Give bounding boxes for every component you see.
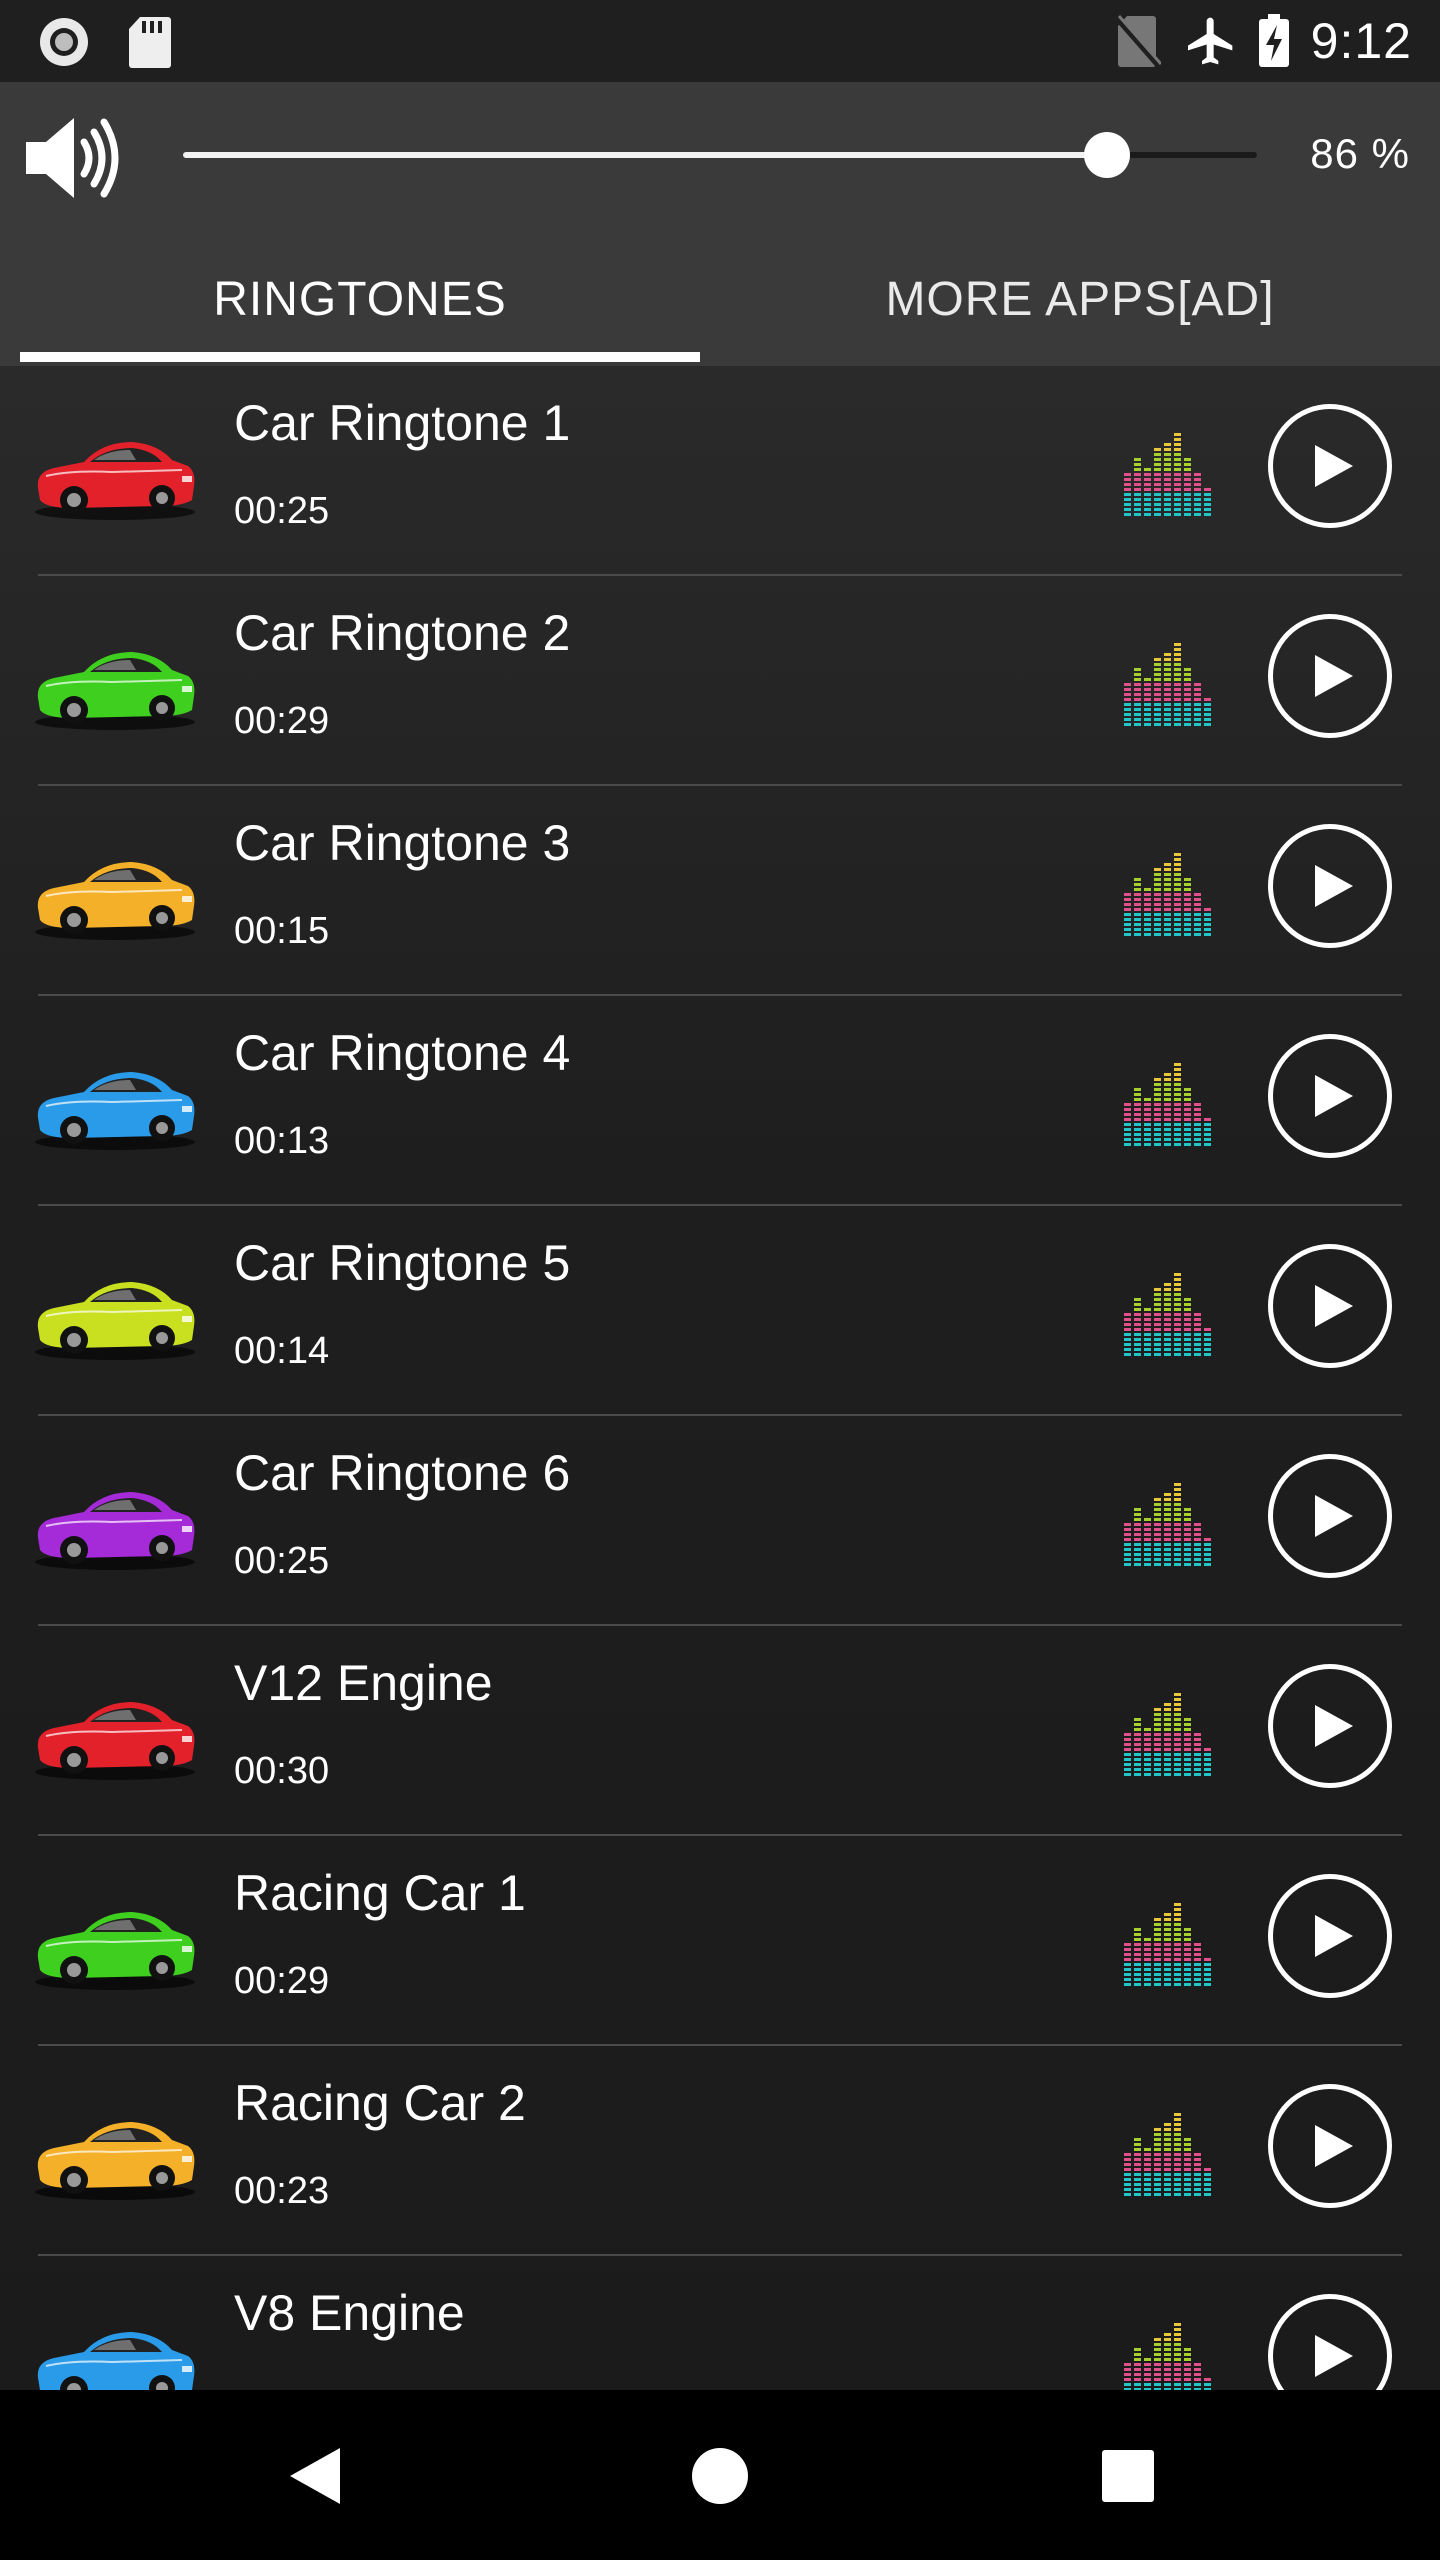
equalizer-icon	[1124, 1903, 1211, 1986]
equalizer-icon	[1124, 1273, 1211, 1356]
play-icon	[1315, 1285, 1353, 1327]
tab-more-apps[interactable]: MORE APPS[AD]	[720, 232, 1440, 366]
recents-icon[interactable]	[1098, 2444, 1158, 2508]
ringtone-duration: 00:29	[234, 1960, 330, 2002]
play-icon	[1315, 1075, 1353, 1117]
home-icon[interactable]	[690, 2444, 750, 2508]
ringtone-duration: 00:15	[234, 910, 330, 952]
ringtone-row[interactable]: Racing Car 1 00:29	[0, 1836, 1440, 2046]
ringtone-title: Car Ringtone 6	[234, 1445, 571, 1501]
no-sim-icon	[1114, 15, 1161, 68]
ringtone-duration: 00:29	[234, 700, 330, 742]
equalizer-icon	[1124, 2323, 1211, 2390]
ringtone-duration: 00:30	[234, 1750, 330, 1792]
volume-percent: 86 %	[1310, 130, 1410, 177]
ringtone-duration: 00:25	[234, 1540, 330, 1582]
ringtone-row[interactable]: Racing Car 2 00:23	[0, 2046, 1440, 2256]
ringtone-title: Car Ringtone 5	[234, 1235, 571, 1291]
ringtone-title: Car Ringtone 4	[234, 1025, 571, 1081]
status-time: 9:12	[1310, 13, 1412, 69]
tab-ringtones[interactable]: RINGTONES	[20, 232, 700, 366]
volume-slider[interactable]	[183, 132, 1257, 178]
ringtone-row[interactable]: Car Ringtone 6 00:25	[0, 1416, 1440, 1626]
play-icon	[1315, 445, 1353, 487]
car-icon	[35, 1282, 195, 1360]
equalizer-icon	[1124, 1063, 1211, 1146]
play-button[interactable]	[1268, 614, 1392, 738]
ringtone-title: Racing Car 1	[234, 1865, 526, 1921]
play-button[interactable]	[1268, 1874, 1392, 1998]
play-button[interactable]	[1268, 1244, 1392, 1368]
car-icon	[35, 652, 195, 730]
equalizer-icon	[1124, 853, 1211, 936]
record-icon	[40, 18, 88, 66]
status-bar: 9:12	[0, 0, 1440, 82]
ringtone-title: Racing Car 2	[234, 2075, 526, 2131]
play-button[interactable]	[1268, 404, 1392, 528]
ringtone-title: Car Ringtone 3	[234, 815, 571, 871]
ringtone-list[interactable]: Car Ringtone 1 00:25 Car Ringtone 2 00:29 Ca…	[0, 366, 1440, 2390]
play-button[interactable]	[1268, 2294, 1392, 2390]
car-icon	[35, 1702, 195, 1780]
car-icon	[35, 1492, 195, 1570]
equalizer-icon	[1124, 1693, 1211, 1776]
ringtone-duration: 00:13	[234, 1120, 330, 1162]
ringtone-title: V12 Engine	[234, 1655, 493, 1711]
volume-bar: 86 %	[0, 82, 1440, 232]
ringtone-duration: 00:25	[234, 490, 330, 532]
play-icon	[1315, 865, 1353, 907]
play-button[interactable]	[1268, 1454, 1392, 1578]
back-icon[interactable]	[286, 2444, 346, 2508]
car-icon	[35, 2122, 195, 2200]
ringtone-row[interactable]: Car Ringtone 2 00:29	[0, 576, 1440, 786]
equalizer-icon	[1124, 643, 1211, 726]
ringtone-row[interactable]: V8 Engine	[0, 2256, 1440, 2390]
volume-slider-thumb[interactable]	[1083, 132, 1130, 178]
play-icon	[1315, 1495, 1353, 1537]
car-icon	[35, 442, 195, 520]
speaker-icon[interactable]	[22, 112, 126, 204]
play-icon	[1315, 2335, 1353, 2377]
car-icon	[35, 1072, 195, 1150]
equalizer-icon	[1124, 433, 1211, 516]
ringtone-duration: 00:14	[234, 1330, 330, 1372]
ringtone-row[interactable]: V12 Engine 00:30	[0, 1626, 1440, 1836]
ringtone-row[interactable]: Car Ringtone 4 00:13	[0, 996, 1440, 1206]
car-icon	[37, 2332, 195, 2390]
tab-selected-indicator	[20, 352, 700, 362]
play-icon	[1315, 1915, 1353, 1957]
airplane-icon	[1187, 17, 1233, 65]
car-icon	[35, 1912, 195, 1990]
play-button[interactable]	[1268, 1664, 1392, 1788]
battery-charging-icon	[1258, 14, 1289, 67]
ringtone-duration: 00:23	[234, 2170, 330, 2212]
ringtone-row[interactable]: Car Ringtone 3 00:15	[0, 786, 1440, 996]
play-button[interactable]	[1268, 1034, 1392, 1158]
ringtone-title: Car Ringtone 1	[234, 395, 571, 451]
play-button[interactable]	[1268, 2084, 1392, 2208]
play-icon	[1315, 1705, 1353, 1747]
equalizer-icon	[1124, 2113, 1211, 2196]
navigation-bar	[0, 2390, 1440, 2560]
play-icon	[1315, 2125, 1353, 2167]
ringtone-row[interactable]: Car Ringtone 1 00:25	[0, 366, 1440, 576]
tab-bar: RINGTONES MORE APPS[AD]	[0, 232, 1440, 366]
volume-slider-fill	[183, 152, 1107, 158]
equalizer-icon	[1124, 1483, 1211, 1566]
car-icon	[35, 862, 195, 940]
sd-card-icon	[129, 17, 171, 68]
play-icon	[1315, 655, 1353, 697]
play-button[interactable]	[1268, 824, 1392, 948]
ringtone-row[interactable]: Car Ringtone 5 00:14	[0, 1206, 1440, 1416]
ringtone-title: Car Ringtone 2	[234, 605, 571, 661]
ringtone-title: V8 Engine	[234, 2285, 465, 2341]
